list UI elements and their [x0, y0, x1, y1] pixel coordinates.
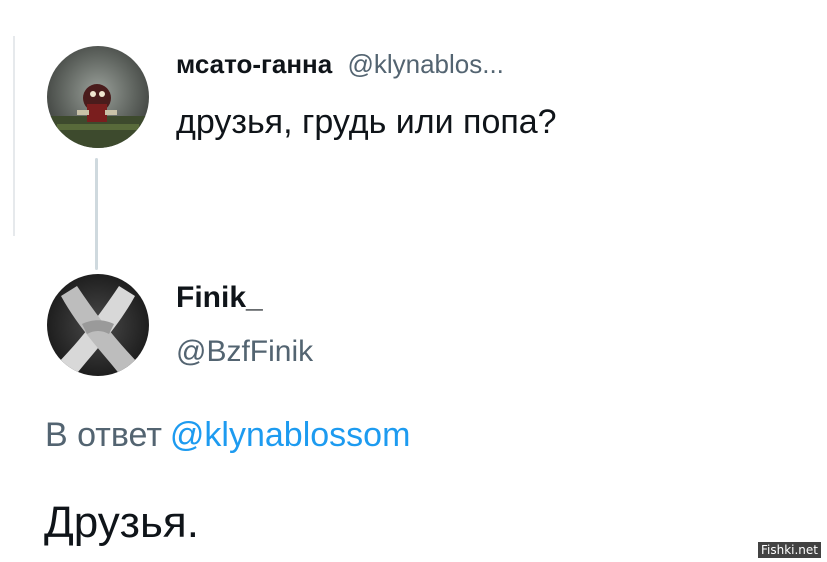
reply-mention-link[interactable]: @klynablossom — [170, 416, 411, 454]
tweet2-display-name[interactable]: Finik_ — [176, 280, 263, 316]
reply-context: В ответ @klynablossom — [45, 414, 410, 456]
left-divider — [13, 36, 15, 236]
tweet2-handle[interactable]: @BzfFinik — [176, 334, 313, 370]
avatar-image — [47, 46, 149, 148]
avatar-bzffinik[interactable] — [47, 274, 149, 376]
avatar-klynablossom[interactable] — [47, 46, 149, 148]
tweet1-handle[interactable]: @klynablos... — [347, 49, 503, 79]
tweet1-header: мсато-ганна @klynablos... — [176, 48, 504, 80]
reply-prefix: В ответ — [45, 416, 162, 454]
tweet1-display-name[interactable]: мсато-ганна — [176, 49, 332, 79]
avatar-image — [47, 274, 149, 376]
tweet1-text: друзья, грудь или попа? — [176, 103, 557, 141]
watermark: Fishki.net — [757, 542, 821, 558]
tweet2-text: Друзья. — [44, 498, 199, 547]
thread-connector-line — [95, 158, 98, 270]
